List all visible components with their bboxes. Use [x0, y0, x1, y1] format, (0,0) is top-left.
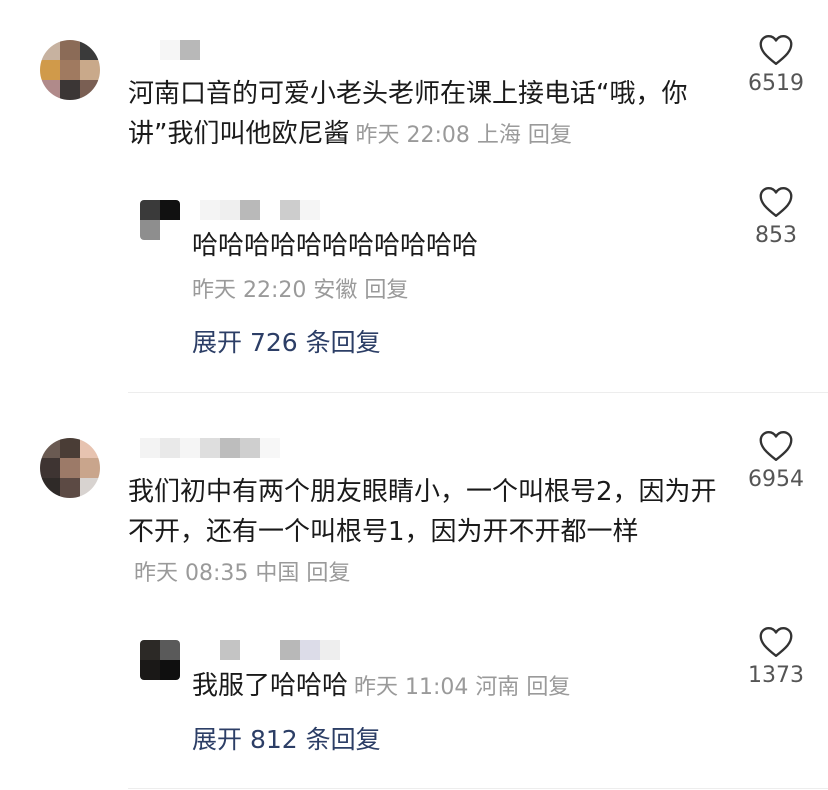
reply-text: 我服了哈哈哈 昨天 11:04 河南 回复: [192, 671, 571, 701]
comment-text: 河南口音的可爱小老头老师在课上接电话“哦，你讲”我们叫他欧尼酱 昨天 22:08 …: [128, 79, 688, 149]
comment-text: 我们初中有两个朋友眼睛小，一个叫根号2，因为开不开，还有一个叫根号1，因为开不开…: [128, 477, 717, 586]
heart-outline-icon: [759, 187, 793, 217]
expand-replies-link[interactable]: 展开 812 条回复: [192, 724, 381, 756]
heart-outline-icon: [759, 627, 793, 657]
divider: [128, 788, 828, 789]
reply-avatar[interactable]: [140, 200, 180, 240]
avatar[interactable]: [40, 40, 100, 100]
heart-outline-icon: [759, 431, 793, 461]
like-button[interactable]: 6519: [736, 34, 816, 98]
reply-meta[interactable]: 昨天 11:04 河南 回复: [354, 675, 570, 700]
expand-replies-link[interactable]: 展开 726 条回复: [192, 327, 381, 359]
avatar[interactable]: [40, 438, 100, 498]
reply-like-count: 1373: [748, 663, 804, 688]
reply-like-count: 853: [755, 223, 797, 248]
username-blurred[interactable]: [140, 438, 280, 458]
username-blurred[interactable]: [160, 40, 200, 60]
comment-meta[interactable]: 昨天 22:08 上海 回复: [355, 123, 571, 148]
heart-outline-icon: [759, 35, 793, 65]
reply-meta[interactable]: 昨天 22:20 安徽 回复: [192, 276, 408, 306]
like-count: 6954: [748, 467, 804, 492]
reply-avatar[interactable]: [140, 640, 180, 680]
divider: [128, 392, 828, 393]
comment-meta[interactable]: 昨天 08:35 中国 回复: [134, 561, 350, 586]
reply-like-button[interactable]: 853: [736, 186, 816, 250]
reply-username-blurred[interactable]: [200, 200, 320, 220]
reply-like-button[interactable]: 1373: [736, 626, 816, 690]
reply-text: 哈哈哈哈哈哈哈哈哈哈哈: [192, 231, 479, 261]
like-button[interactable]: 6954: [736, 430, 816, 494]
like-count: 6519: [748, 71, 804, 96]
reply-username-blurred[interactable]: [220, 640, 340, 660]
